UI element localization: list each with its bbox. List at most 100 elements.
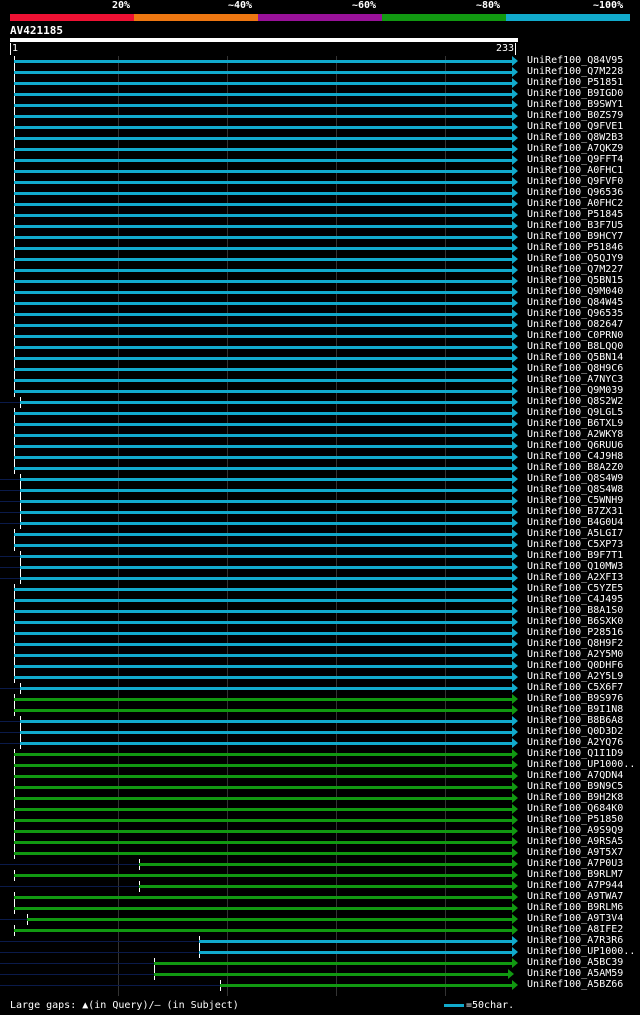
hit-bar[interactable]	[14, 269, 512, 272]
hit-end-arrow-icon	[512, 353, 518, 363]
hit-end-arrow-icon	[512, 56, 518, 66]
hit-bar[interactable]	[20, 522, 512, 525]
hit-bar[interactable]	[14, 841, 512, 844]
hit-bar[interactable]	[198, 940, 512, 943]
hit-bar[interactable]	[14, 808, 512, 811]
hit-bar[interactable]	[14, 313, 512, 316]
hit-bar[interactable]	[20, 687, 512, 690]
hit-bar[interactable]	[14, 907, 512, 910]
hit-row[interactable]: UniRef100_A5BZ66	[0, 979, 640, 991]
hit-bar[interactable]	[14, 159, 512, 162]
hit-bar[interactable]	[14, 214, 512, 217]
hit-bar[interactable]	[14, 71, 512, 74]
hit-bar[interactable]	[14, 335, 512, 338]
hit-end-arrow-icon	[512, 111, 518, 121]
hit-bar[interactable]	[14, 764, 512, 767]
hit-bar[interactable]	[153, 973, 508, 976]
hit-bar[interactable]	[14, 830, 512, 833]
hit-bar[interactable]	[14, 467, 512, 470]
hit-bar[interactable]	[14, 654, 512, 657]
hit-bar[interactable]	[153, 962, 512, 965]
hit-bar[interactable]	[14, 456, 512, 459]
hit-bar[interactable]	[20, 555, 512, 558]
hit-bar[interactable]	[14, 203, 512, 206]
hit-bar[interactable]	[14, 280, 512, 283]
hit-end-arrow-icon	[512, 287, 518, 297]
hit-bar[interactable]	[20, 742, 512, 745]
hit-bar[interactable]	[20, 478, 512, 481]
hit-bar[interactable]	[14, 192, 512, 195]
hit-bar[interactable]	[14, 225, 512, 228]
hit-bar[interactable]	[20, 500, 512, 503]
hit-bar[interactable]	[14, 357, 512, 360]
hit-bar[interactable]	[14, 676, 512, 679]
hit-bar[interactable]	[14, 445, 512, 448]
subject-gap-line	[0, 490, 21, 491]
hit-bar[interactable]	[14, 126, 512, 129]
hit-bar[interactable]	[14, 379, 512, 382]
hit-bar[interactable]	[14, 434, 512, 437]
hit-bar[interactable]	[14, 346, 512, 349]
hit-end-arrow-icon	[512, 133, 518, 143]
hit-bar[interactable]	[14, 412, 512, 415]
hit-bar[interactable]	[20, 401, 512, 404]
hit-bar[interactable]	[14, 753, 512, 756]
hit-bar[interactable]	[14, 181, 512, 184]
hit-bar[interactable]	[14, 115, 512, 118]
hit-end-arrow-icon	[512, 661, 518, 671]
hit-bar[interactable]	[14, 929, 512, 932]
hit-bar[interactable]	[14, 852, 512, 855]
hit-bar[interactable]	[14, 137, 512, 140]
hit-end-arrow-icon	[512, 859, 518, 869]
hit-bar[interactable]	[14, 93, 512, 96]
hit-bar[interactable]	[26, 918, 512, 921]
hit-bar[interactable]	[14, 258, 512, 261]
hit-bar[interactable]	[14, 247, 512, 250]
hit-bar[interactable]	[14, 82, 512, 85]
hit-bar[interactable]	[14, 236, 512, 239]
hit-end-arrow-icon	[512, 826, 518, 836]
hit-bar[interactable]	[14, 368, 512, 371]
hit-bar[interactable]	[14, 60, 512, 63]
hit-bar[interactable]	[138, 863, 512, 866]
hit-bar[interactable]	[14, 291, 512, 294]
hit-bar[interactable]	[14, 775, 512, 778]
hit-bar[interactable]	[14, 104, 512, 107]
hit-bar[interactable]	[14, 621, 512, 624]
hit-bar[interactable]	[14, 610, 512, 613]
hit-end-arrow-icon	[512, 606, 518, 616]
hit-bar[interactable]	[14, 665, 512, 668]
hit-bar[interactable]	[14, 599, 512, 602]
hit-bar[interactable]	[14, 390, 512, 393]
hit-bar[interactable]	[20, 577, 512, 580]
hit-bar[interactable]	[14, 643, 512, 646]
hit-bar[interactable]	[220, 984, 512, 987]
hit-bar[interactable]	[20, 511, 512, 514]
hit-bar[interactable]	[14, 170, 512, 173]
hit-bar[interactable]	[14, 588, 512, 591]
hit-label[interactable]: UniRef100_A5BZ66	[527, 979, 623, 991]
hit-bar[interactable]	[20, 566, 512, 569]
hit-bar[interactable]	[14, 148, 512, 151]
hit-bar[interactable]	[14, 709, 512, 712]
hit-bar[interactable]	[14, 797, 512, 800]
hit-bar[interactable]	[198, 951, 512, 954]
hit-bar[interactable]	[14, 533, 512, 536]
hit-bar[interactable]	[14, 324, 512, 327]
hit-bar[interactable]	[14, 544, 512, 547]
hit-bar[interactable]	[138, 885, 512, 888]
hit-bar[interactable]	[20, 489, 512, 492]
hit-bar[interactable]	[14, 423, 512, 426]
hit-bar[interactable]	[14, 786, 512, 789]
hit-end-arrow-icon	[512, 320, 518, 330]
subject-gap-line	[0, 688, 21, 689]
hit-bar[interactable]	[20, 731, 512, 734]
hit-bar[interactable]	[14, 874, 512, 877]
hit-bar[interactable]	[14, 819, 512, 822]
hit-bar[interactable]	[14, 896, 512, 899]
hit-bar[interactable]	[14, 302, 512, 305]
hit-bar[interactable]	[14, 698, 512, 701]
subject-gap-line	[0, 963, 154, 964]
hit-bar[interactable]	[14, 632, 512, 635]
hit-bar[interactable]	[20, 720, 512, 723]
